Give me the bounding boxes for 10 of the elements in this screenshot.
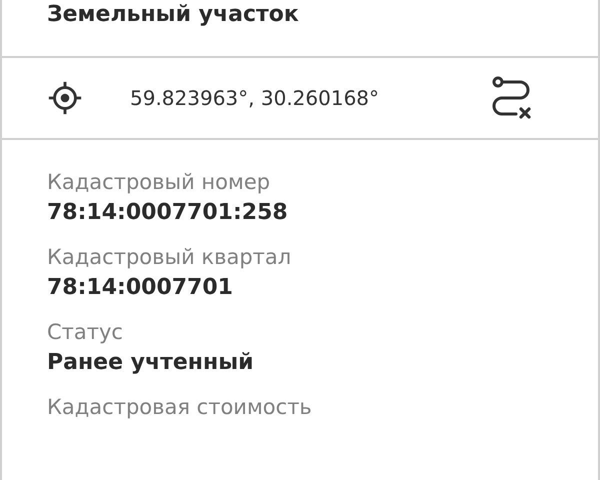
location-target-icon[interactable] <box>46 79 84 117</box>
field-value: 78:14:0007701 <box>47 275 234 300</box>
field-label: Статус <box>47 320 124 344</box>
field-value: 78:14:0007701:258 <box>47 200 289 225</box>
coordinates-text: 59.823963°, 30.260168° <box>130 86 380 110</box>
field-label: Кадастровая стоимость <box>47 395 313 419</box>
field-value: Ранее учтенный <box>47 350 254 375</box>
property-title: Земельный участок <box>47 2 299 27</box>
field-label: Кадастровый квартал <box>47 245 292 269</box>
field-label: Кадастровый номер <box>47 170 272 194</box>
